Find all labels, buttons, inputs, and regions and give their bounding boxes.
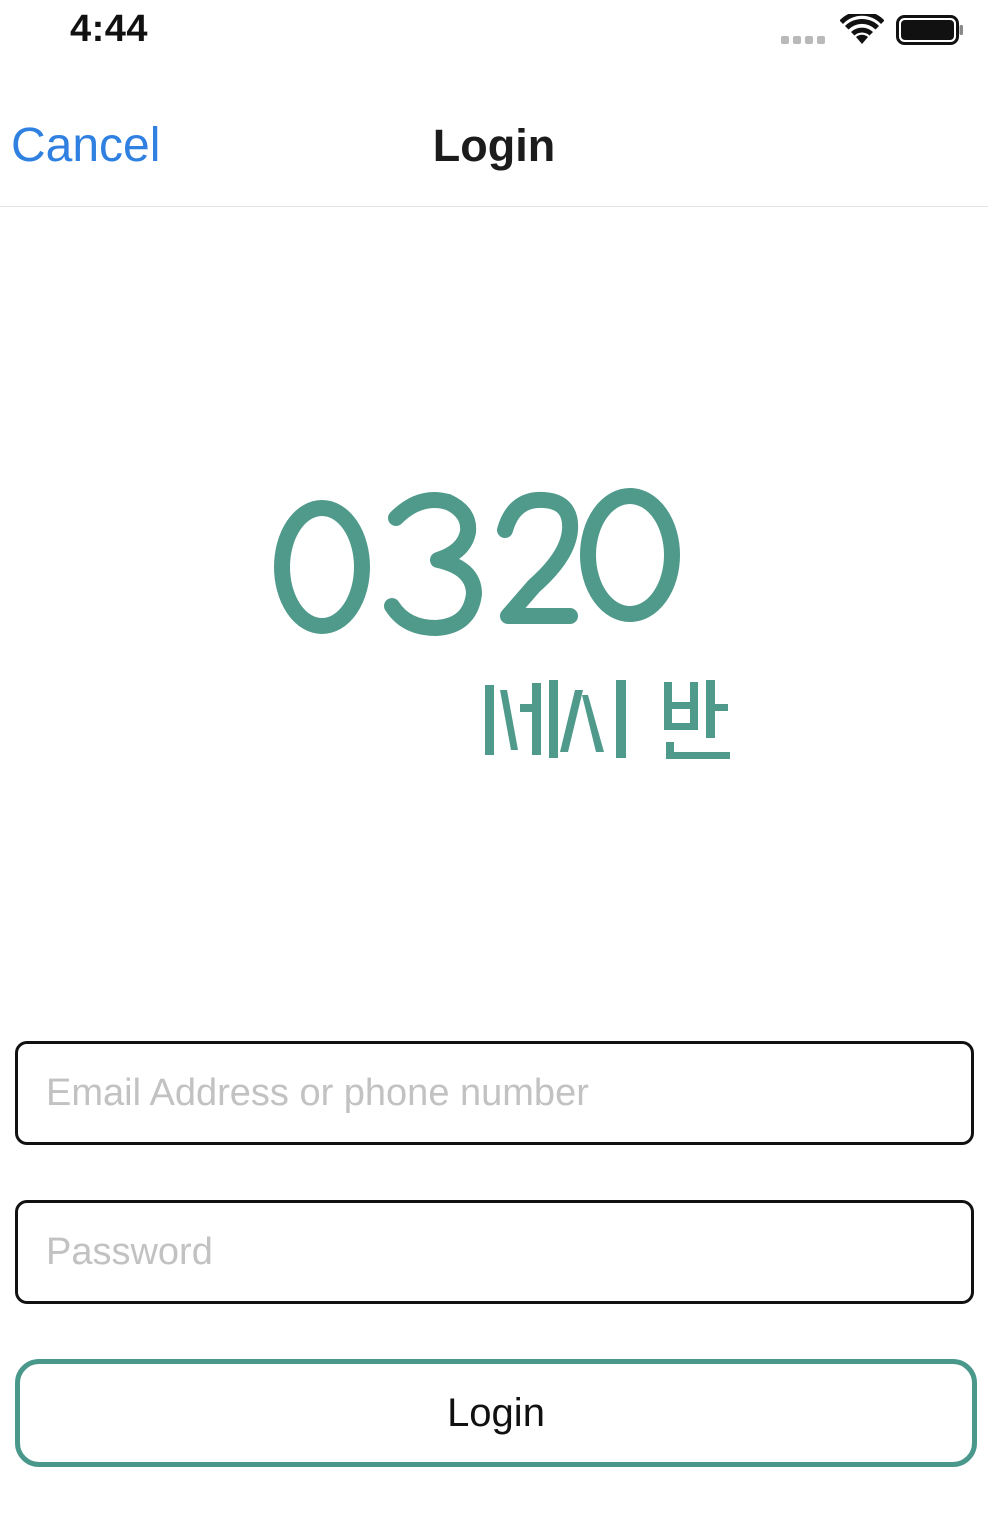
navigation-bar: Cancel Login <box>0 92 988 207</box>
page-title: Login <box>432 120 556 171</box>
battery-icon <box>896 15 963 45</box>
cellular-signal-icon <box>781 36 825 44</box>
logo-subtitle <box>485 680 730 759</box>
password-field[interactable] <box>15 1200 974 1304</box>
brand-logo <box>274 488 730 759</box>
logo-numerals <box>274 488 680 636</box>
wifi-icon <box>840 14 884 44</box>
status-time: 4:44 <box>70 8 149 50</box>
email-field[interactable] <box>15 1041 974 1145</box>
status-bar: 4:44 <box>0 0 988 62</box>
login-button[interactable]: Login <box>15 1359 977 1467</box>
